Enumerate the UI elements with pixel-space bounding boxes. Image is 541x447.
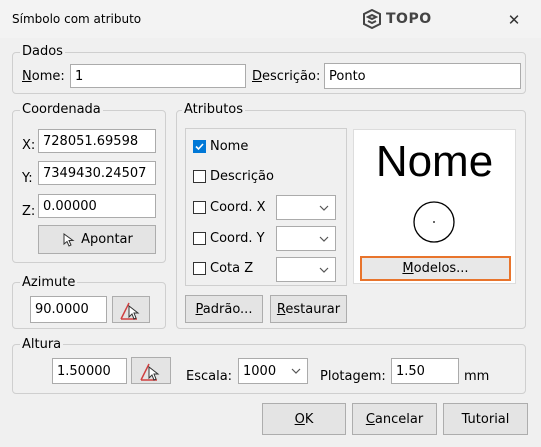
y-label: Y: bbox=[22, 171, 33, 186]
angle-pick-icon bbox=[140, 363, 160, 381]
descricao-label: Descrição: bbox=[252, 69, 321, 84]
apontar-label: Apontar bbox=[81, 232, 133, 247]
window-title: Símbolo com atributo bbox=[12, 12, 142, 26]
plotagem-unit: mm bbox=[464, 369, 490, 384]
nome-input[interactable]: 1 bbox=[70, 64, 246, 88]
attr-label-cota-z: Cota Z bbox=[210, 261, 254, 276]
attr-item-nome[interactable]: Nome bbox=[193, 139, 248, 154]
ok-button[interactable]: OK bbox=[262, 403, 346, 435]
x-label: X: bbox=[22, 138, 36, 153]
angle-pick-icon bbox=[120, 302, 140, 320]
tutorial-button[interactable]: Tutorial bbox=[443, 403, 528, 435]
azimute-group-label: Azimute bbox=[20, 275, 78, 290]
azimute-pick-button[interactable] bbox=[112, 296, 150, 323]
chevron-down-icon bbox=[319, 236, 329, 242]
apontar-button[interactable]: Apontar bbox=[38, 225, 156, 254]
cota-z-combo[interactable] bbox=[276, 257, 336, 282]
close-icon: ✕ bbox=[507, 11, 521, 29]
pointer-icon bbox=[63, 232, 75, 247]
checkbox-nome[interactable] bbox=[193, 140, 206, 153]
chevron-down-icon bbox=[291, 368, 301, 374]
chevron-down-icon bbox=[319, 205, 329, 211]
checkbox-cota-z[interactable] bbox=[193, 262, 206, 275]
plotagem-label: Plotagem: bbox=[320, 369, 386, 384]
escala-value: 1000 bbox=[243, 363, 277, 379]
checkbox-coord-x[interactable] bbox=[193, 201, 206, 214]
z-input[interactable]: 0.00000 bbox=[38, 194, 156, 218]
check-icon bbox=[195, 143, 204, 151]
restaurar-button[interactable]: Restaurar bbox=[270, 295, 347, 323]
logo-icon bbox=[363, 9, 381, 29]
altura-group-label: Altura bbox=[20, 337, 64, 352]
tutorial-label: Tutorial bbox=[461, 411, 510, 427]
app-logo: TOPO bbox=[362, 8, 432, 30]
checkbox-descricao[interactable] bbox=[193, 170, 206, 183]
coord-y-combo[interactable] bbox=[276, 226, 336, 251]
altura-input[interactable]: 1.50000 bbox=[52, 358, 127, 384]
preview-text: Nome bbox=[375, 137, 494, 186]
restaurar-label: Restaurar bbox=[276, 301, 341, 317]
coord-x-combo[interactable] bbox=[276, 195, 336, 220]
dados-group-label: Dados bbox=[20, 44, 65, 59]
nome-label: Nome: bbox=[22, 69, 65, 84]
z-label: Z: bbox=[22, 204, 36, 219]
modelos-button[interactable]: Modelos... bbox=[360, 256, 511, 281]
y-input[interactable]: 7349430.24507 bbox=[38, 161, 156, 185]
padrao-button[interactable]: Padrão... bbox=[185, 295, 263, 323]
attr-item-descricao[interactable]: Descrição bbox=[193, 169, 274, 184]
logo-text: TOPO bbox=[386, 11, 432, 27]
attr-item-cota-z[interactable]: Cota Z bbox=[193, 261, 253, 276]
attr-label-nome: Nome bbox=[210, 139, 249, 154]
escala-combo[interactable]: 1000 bbox=[238, 358, 308, 384]
cancelar-label: Cancelar bbox=[365, 411, 424, 427]
attr-label-coord-y: Coord. Y bbox=[210, 231, 265, 246]
altura-pick-button[interactable] bbox=[131, 357, 171, 384]
ok-label: OK bbox=[294, 411, 314, 427]
x-input[interactable]: 728051.69598 bbox=[38, 129, 156, 153]
checkbox-coord-y[interactable] bbox=[193, 232, 206, 245]
descricao-input[interactable]: Ponto bbox=[324, 63, 521, 89]
plotagem-input[interactable]: 1.50 bbox=[391, 358, 459, 384]
attr-item-coord-y[interactable]: Coord. Y bbox=[193, 231, 265, 246]
atributos-group-label: Atributos bbox=[182, 102, 246, 117]
chevron-down-icon bbox=[319, 267, 329, 273]
azimute-input[interactable]: 90.0000 bbox=[30, 296, 107, 323]
modelos-label: Modelos... bbox=[402, 261, 469, 276]
attr-label-descricao: Descrição bbox=[210, 169, 274, 184]
attr-label-coord-x: Coord. X bbox=[210, 200, 266, 215]
close-button[interactable]: ✕ bbox=[503, 10, 525, 30]
symbol-circle-icon bbox=[413, 201, 455, 243]
cancelar-button[interactable]: Cancelar bbox=[352, 403, 437, 435]
padrao-label: Padrão... bbox=[195, 301, 253, 317]
escala-label: Escala: bbox=[186, 369, 233, 384]
attr-item-coord-x[interactable]: Coord. X bbox=[193, 200, 266, 215]
coordenada-group-label: Coordenada bbox=[20, 102, 103, 117]
